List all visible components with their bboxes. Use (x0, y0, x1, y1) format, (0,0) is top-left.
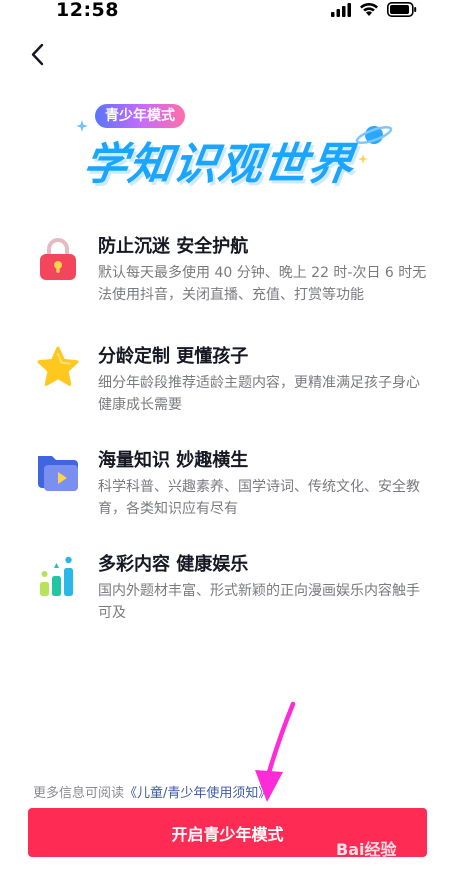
back-button[interactable] (24, 40, 54, 70)
star-icon (37, 346, 79, 386)
sparkle-icon (76, 120, 88, 132)
battery-icon (387, 2, 417, 17)
chevron-left-icon (31, 43, 44, 66)
status-time: 12:58 (56, 0, 119, 21)
feature-description: 科学科普、兴趣素养、国学诗词、传统文化、安全教育，各类知识应有尽有 (98, 479, 420, 517)
video-folder-icon (38, 456, 78, 491)
status-bar: 12:58 (0, 0, 451, 24)
feature-title: 海量知识 妙趣横生 (98, 450, 249, 471)
feature-description: 国内外题材丰富、形式新颖的正向漫画娱乐内容触手可及 (98, 583, 420, 621)
footer-note: 更多信息可阅读《儿童/青少年使用须知》 (33, 782, 271, 801)
feature-description: 细分年龄段推荐适龄主题内容，更精准满足孩子身心健康成长需要 (98, 375, 420, 413)
guidelines-link[interactable]: 《儿童/青少年使用须知》 (124, 786, 271, 801)
footer-note-text: 更多信息可阅读 (33, 786, 125, 801)
bar-chart-icon (40, 556, 73, 596)
hero-banner: 青少年模式 学知识观世界 (76, 104, 396, 194)
sparkle-icon (358, 154, 368, 164)
status-icons (331, 2, 417, 17)
feature-title: 多彩内容 健康娱乐 (98, 554, 249, 575)
hero-title: 学知识观世界 (79, 139, 357, 190)
feature-title: 防止沉迷 安全护航 (98, 236, 249, 257)
wifi-icon (360, 2, 378, 16)
watermark: Bai经验 (336, 840, 397, 859)
lock-icon (40, 238, 76, 280)
planet-icon (355, 126, 393, 144)
hero-badge: 青少年模式 (95, 104, 185, 128)
feature-title: 分龄定制 更懂孩子 (98, 346, 249, 367)
signal-icon (331, 2, 351, 17)
feature-description: 默认每天最多使用 40 分钟、晚上 22 时-次日 6 时无法使用抖音，关闭直播… (98, 265, 427, 303)
